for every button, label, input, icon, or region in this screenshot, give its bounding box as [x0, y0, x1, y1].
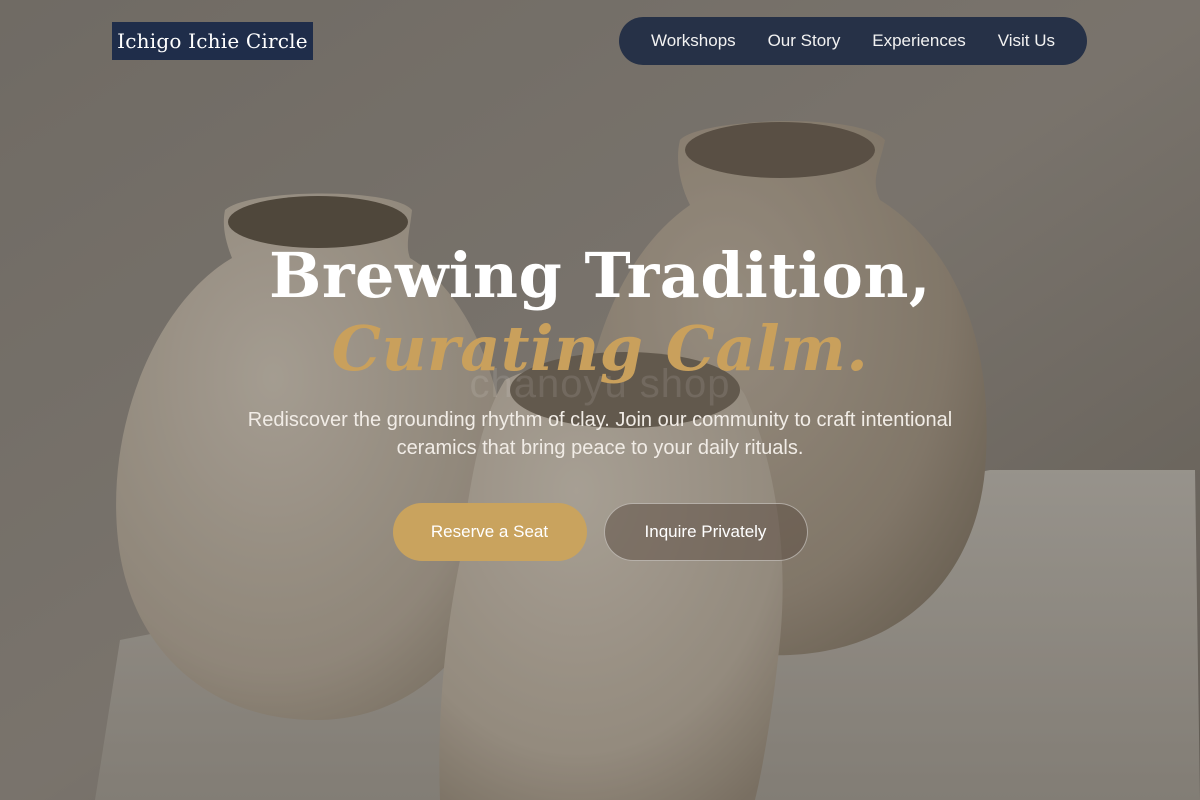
- main-navigation: Workshops Our Story Experiences Visit Us: [619, 17, 1087, 65]
- hero-subtitle: Rediscover the grounding rhythm of clay.…: [247, 409, 953, 459]
- inquire-privately-button[interactable]: Inquire Privately: [603, 503, 808, 561]
- nav-link-experiences[interactable]: Experiences: [872, 31, 966, 51]
- hero-section: Brewing Tradition, Curating Calm. Redisc…: [0, 238, 1200, 462]
- cta-row: Reserve a Seat Inquire Privately: [0, 503, 1200, 561]
- hero-title-line1: Brewing Tradition,: [268, 239, 932, 312]
- reserve-seat-button[interactable]: Reserve a Seat: [392, 503, 587, 561]
- hero-title-line2: Curating Calm.: [331, 312, 869, 385]
- nav-link-visit-us[interactable]: Visit Us: [998, 31, 1055, 51]
- brand-logo[interactable]: Ichigo Ichie Circle: [112, 22, 313, 60]
- nav-link-our-story[interactable]: Our Story: [768, 31, 841, 51]
- nav-link-workshops[interactable]: Workshops: [651, 31, 736, 51]
